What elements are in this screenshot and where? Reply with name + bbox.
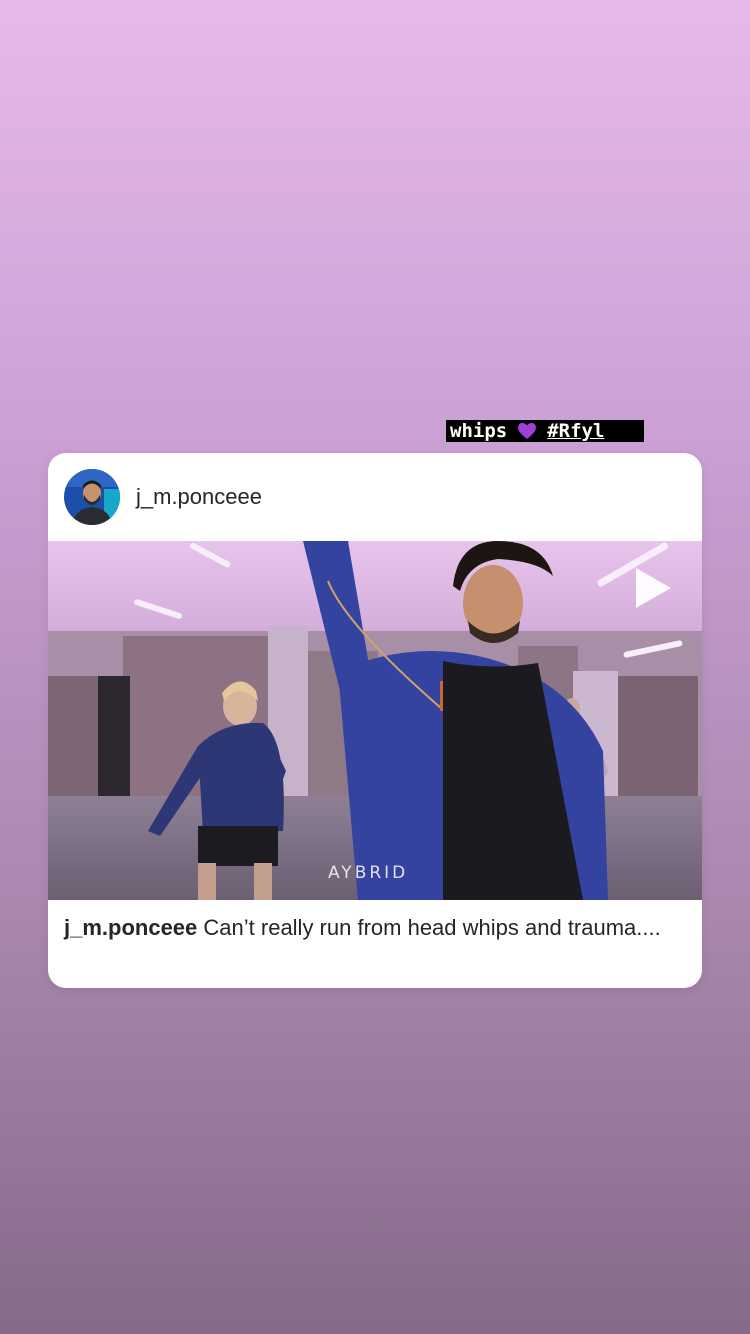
post-username[interactable]: j_m.ponceee	[136, 484, 262, 510]
video-frame	[48, 541, 702, 900]
post-caption: j_m.ponceee Can’t really run from head w…	[48, 900, 702, 942]
sticker-word: whips	[450, 420, 508, 442]
sticker-hashtag[interactable]: #Rfyl	[547, 420, 604, 442]
shared-post-card[interactable]: j_m.ponceee AYBRID j_m.ponceee Can’t rea…	[48, 453, 702, 988]
avatar[interactable]	[64, 469, 120, 525]
play-icon[interactable]	[632, 565, 674, 611]
post-video[interactable]: AYBRID	[48, 541, 702, 900]
post-header: j_m.ponceee	[48, 453, 702, 541]
avatar-image	[64, 469, 120, 525]
caption-text: Can’t really run from head whips and tra…	[203, 915, 661, 940]
story-sticker: whips #Rfyl	[446, 420, 644, 442]
purple-heart-icon	[518, 422, 537, 440]
video-watermark: AYBRID	[328, 863, 409, 883]
caption-username[interactable]: j_m.ponceee	[64, 915, 197, 940]
